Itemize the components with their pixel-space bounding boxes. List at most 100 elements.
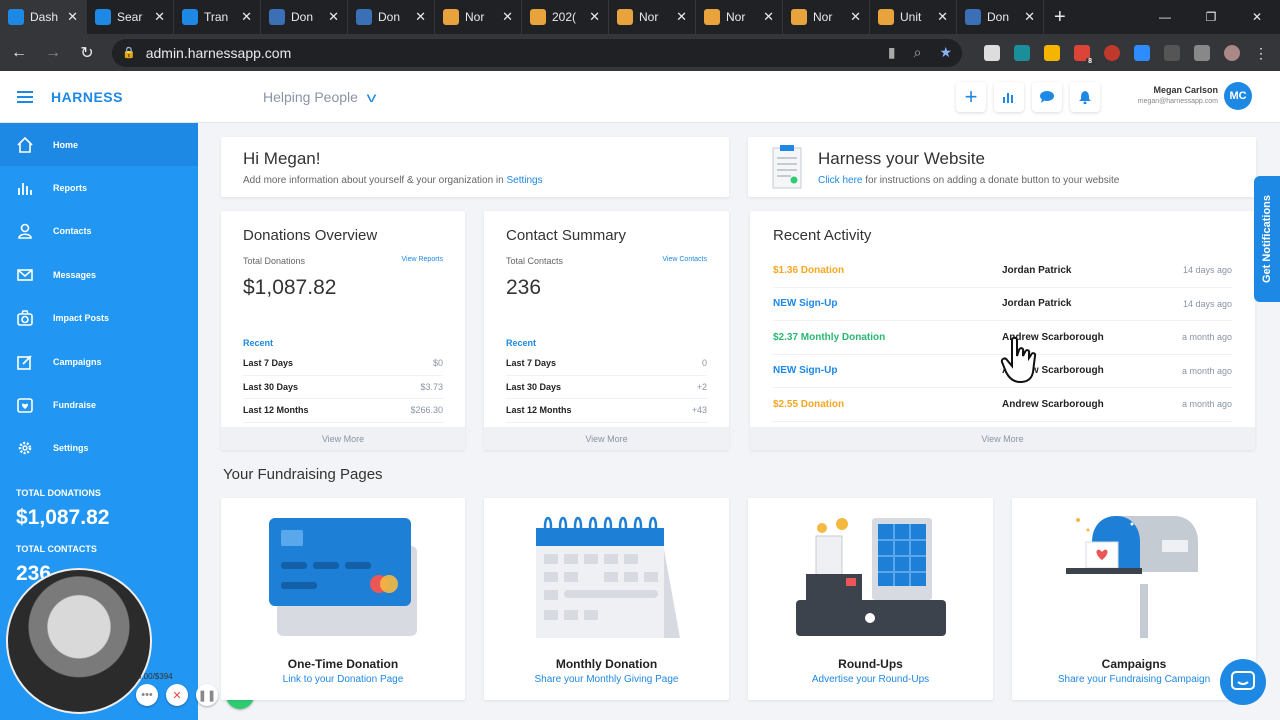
browser-tab[interactable]: 202(✕ <box>522 0 609 34</box>
page-title: Round-Ups <box>838 657 903 671</box>
activity-time: a month ago <box>1181 365 1232 376</box>
close-icon[interactable]: ✕ <box>1024 9 1035 25</box>
org-selector[interactable]: Helping People v <box>263 89 376 105</box>
close-icon[interactable]: ✕ <box>937 9 948 25</box>
browser-tab[interactable]: Tran ✕ <box>174 0 261 34</box>
chart-icon[interactable] <box>994 82 1024 112</box>
credit-card-icon <box>269 518 417 636</box>
browser-tab[interactable]: Nor ✕ <box>609 0 696 34</box>
page-link[interactable]: Link to your Donation Page <box>221 674 465 685</box>
contacts-title: Contact Summary <box>506 227 627 244</box>
close-icon[interactable]: ✕ <box>241 9 252 25</box>
browser-tab[interactable]: Don ✕ <box>261 0 348 34</box>
extensions: 8 ⋮ <box>984 44 1268 65</box>
tab-title: Don <box>378 10 401 24</box>
bookmark-star-icon[interactable]: ★ <box>939 44 952 61</box>
camera-icon[interactable]: ▮ <box>888 44 896 61</box>
menu-dots-icon[interactable]: ⋮ <box>1254 45 1268 61</box>
fundraising-card-one-time[interactable]: One-Time Donation Link to your Donation … <box>221 498 465 700</box>
activity-person[interactable]: Jordan Patrick <box>1002 265 1183 276</box>
extension-icon[interactable] <box>1014 44 1030 61</box>
close-icon[interactable]: ✕ <box>154 9 165 25</box>
stat-period: Last 7 Days <box>506 358 557 369</box>
browser-tab[interactable]: Nor ✕ <box>696 0 783 34</box>
activity-row[interactable]: NEW Sign-Up Jordan Patrick 14 days ago <box>773 288 1232 321</box>
donations-title: Donations Overview <box>243 227 378 244</box>
puzzle-icon[interactable] <box>1194 44 1210 61</box>
cancel-icon[interactable]: ✕ <box>166 684 188 706</box>
zoom-icon[interactable]: ⌕ <box>914 44 922 61</box>
sidebar-item-campaigns[interactable]: Campaigns <box>0 340 198 383</box>
close-icon[interactable]: ✕ <box>589 9 600 25</box>
chat-widget-button[interactable] <box>1220 659 1266 705</box>
view-contacts-link[interactable]: View Contacts <box>662 256 707 266</box>
zoom-app-icon[interactable] <box>1134 44 1150 61</box>
sidebar-item-contacts[interactable]: Contacts <box>0 210 198 253</box>
back-icon[interactable]: ← <box>4 38 34 68</box>
activity-view-more[interactable]: View More <box>750 427 1255 450</box>
browser-tab[interactable]: Sear ✕ <box>87 0 174 34</box>
tab-title: Nor <box>813 10 833 24</box>
camera-icon <box>16 310 33 327</box>
more-icon[interactable]: ••• <box>136 684 158 706</box>
activity-row[interactable]: $2.55 Donation Andrew Scarborough a month … <box>773 388 1232 422</box>
close-window-icon[interactable]: ✕ <box>1234 0 1280 34</box>
browser-tab[interactable]: Unit ✕ <box>870 0 957 34</box>
browser-tab[interactable]: Dash ✕ <box>0 0 87 34</box>
add-icon[interactable]: + <box>956 82 986 112</box>
pause-icon[interactable]: ❚❚ <box>196 684 218 706</box>
website-card: Harness your Website Click here for inst… <box>748 137 1256 197</box>
settings-link[interactable]: Settings <box>506 175 542 186</box>
forward-icon[interactable]: → <box>38 38 68 68</box>
sidebar-item-impact-posts[interactable]: Impact Posts <box>0 297 198 340</box>
browser-tab[interactable]: Nor ✕ <box>435 0 522 34</box>
hamburger-menu-icon[interactable] <box>17 88 33 106</box>
sidebar-item-settings[interactable]: Settings <box>0 427 198 470</box>
fundraising-card-roundups[interactable]: Round-Ups Advertise your Round-Ups <box>748 498 993 700</box>
avatar[interactable]: MC <box>1224 82 1252 110</box>
sidebar-item-home[interactable]: Home <box>0 123 198 167</box>
chat-icon[interactable] <box>1032 82 1062 112</box>
url-input[interactable]: 🔒 admin.harnessapp.com ▮ ⌕ ★ <box>112 38 962 67</box>
close-icon[interactable]: ✕ <box>502 9 513 25</box>
pen-icon[interactable] <box>1164 44 1180 61</box>
close-icon[interactable]: ✕ <box>328 9 339 25</box>
browser-tab[interactable]: Don ✕ <box>348 0 435 34</box>
extension-icon[interactable] <box>1104 44 1120 61</box>
new-tab-button[interactable]: + <box>1054 6 1066 29</box>
fundraising-card-monthly[interactable]: Monthly Donation Share your Monthly Givi… <box>484 498 729 700</box>
get-notifications-tab[interactable]: Get Notifications <box>1254 176 1280 302</box>
contacts-view-more[interactable]: View More <box>484 427 729 450</box>
minimize-icon[interactable]: — <box>1142 0 1188 34</box>
activity-person[interactable]: Andrew Scarborough <box>1002 399 1182 410</box>
view-reports-link[interactable]: View Reports <box>401 256 443 266</box>
close-icon[interactable]: ✕ <box>763 9 774 25</box>
donations-view-more[interactable]: View More <box>221 427 465 450</box>
maximize-icon[interactable]: ❐ <box>1188 0 1234 34</box>
profile-avatar[interactable] <box>1224 44 1240 61</box>
close-icon[interactable]: ✕ <box>67 9 78 25</box>
close-icon[interactable]: ✕ <box>415 9 426 25</box>
tab-title: Nor <box>639 10 659 24</box>
sidebar-item-fundraise[interactable]: Fundraise <box>0 383 198 426</box>
activity-person[interactable]: Jordan Patrick <box>1002 298 1183 309</box>
click-here-link[interactable]: Click here <box>818 175 862 186</box>
reload-icon[interactable]: ↻ <box>72 38 102 68</box>
browser-tab[interactable]: Nor ✕ <box>783 0 870 34</box>
fundraising-card-campaigns[interactable]: Campaigns Share your Fundraising Campaig… <box>1012 498 1256 700</box>
brand-logo[interactable]: HARNESS <box>51 89 123 105</box>
user-info[interactable]: Megan Carlson megan@harnessapp.com <box>1138 85 1218 105</box>
extension-icon[interactable] <box>1044 44 1060 61</box>
page-link[interactable]: Share your Monthly Giving Page <box>484 674 729 685</box>
envelope-icon <box>16 266 33 283</box>
bell-icon[interactable] <box>1070 82 1100 112</box>
sidebar-item-reports[interactable]: Reports <box>0 166 198 209</box>
close-icon[interactable]: ✕ <box>850 9 861 25</box>
extension-icon[interactable] <box>984 44 1000 61</box>
activity-row[interactable]: $1.36 Donation Jordan Patrick 14 days ago <box>773 254 1232 288</box>
extension-icon[interactable]: 8 <box>1074 44 1094 65</box>
close-icon[interactable]: ✕ <box>676 9 687 25</box>
browser-tab[interactable]: Don ✕ <box>957 0 1044 34</box>
sidebar-item-messages[interactable]: Messages <box>0 253 198 296</box>
page-link[interactable]: Advertise your Round-Ups <box>748 674 993 685</box>
